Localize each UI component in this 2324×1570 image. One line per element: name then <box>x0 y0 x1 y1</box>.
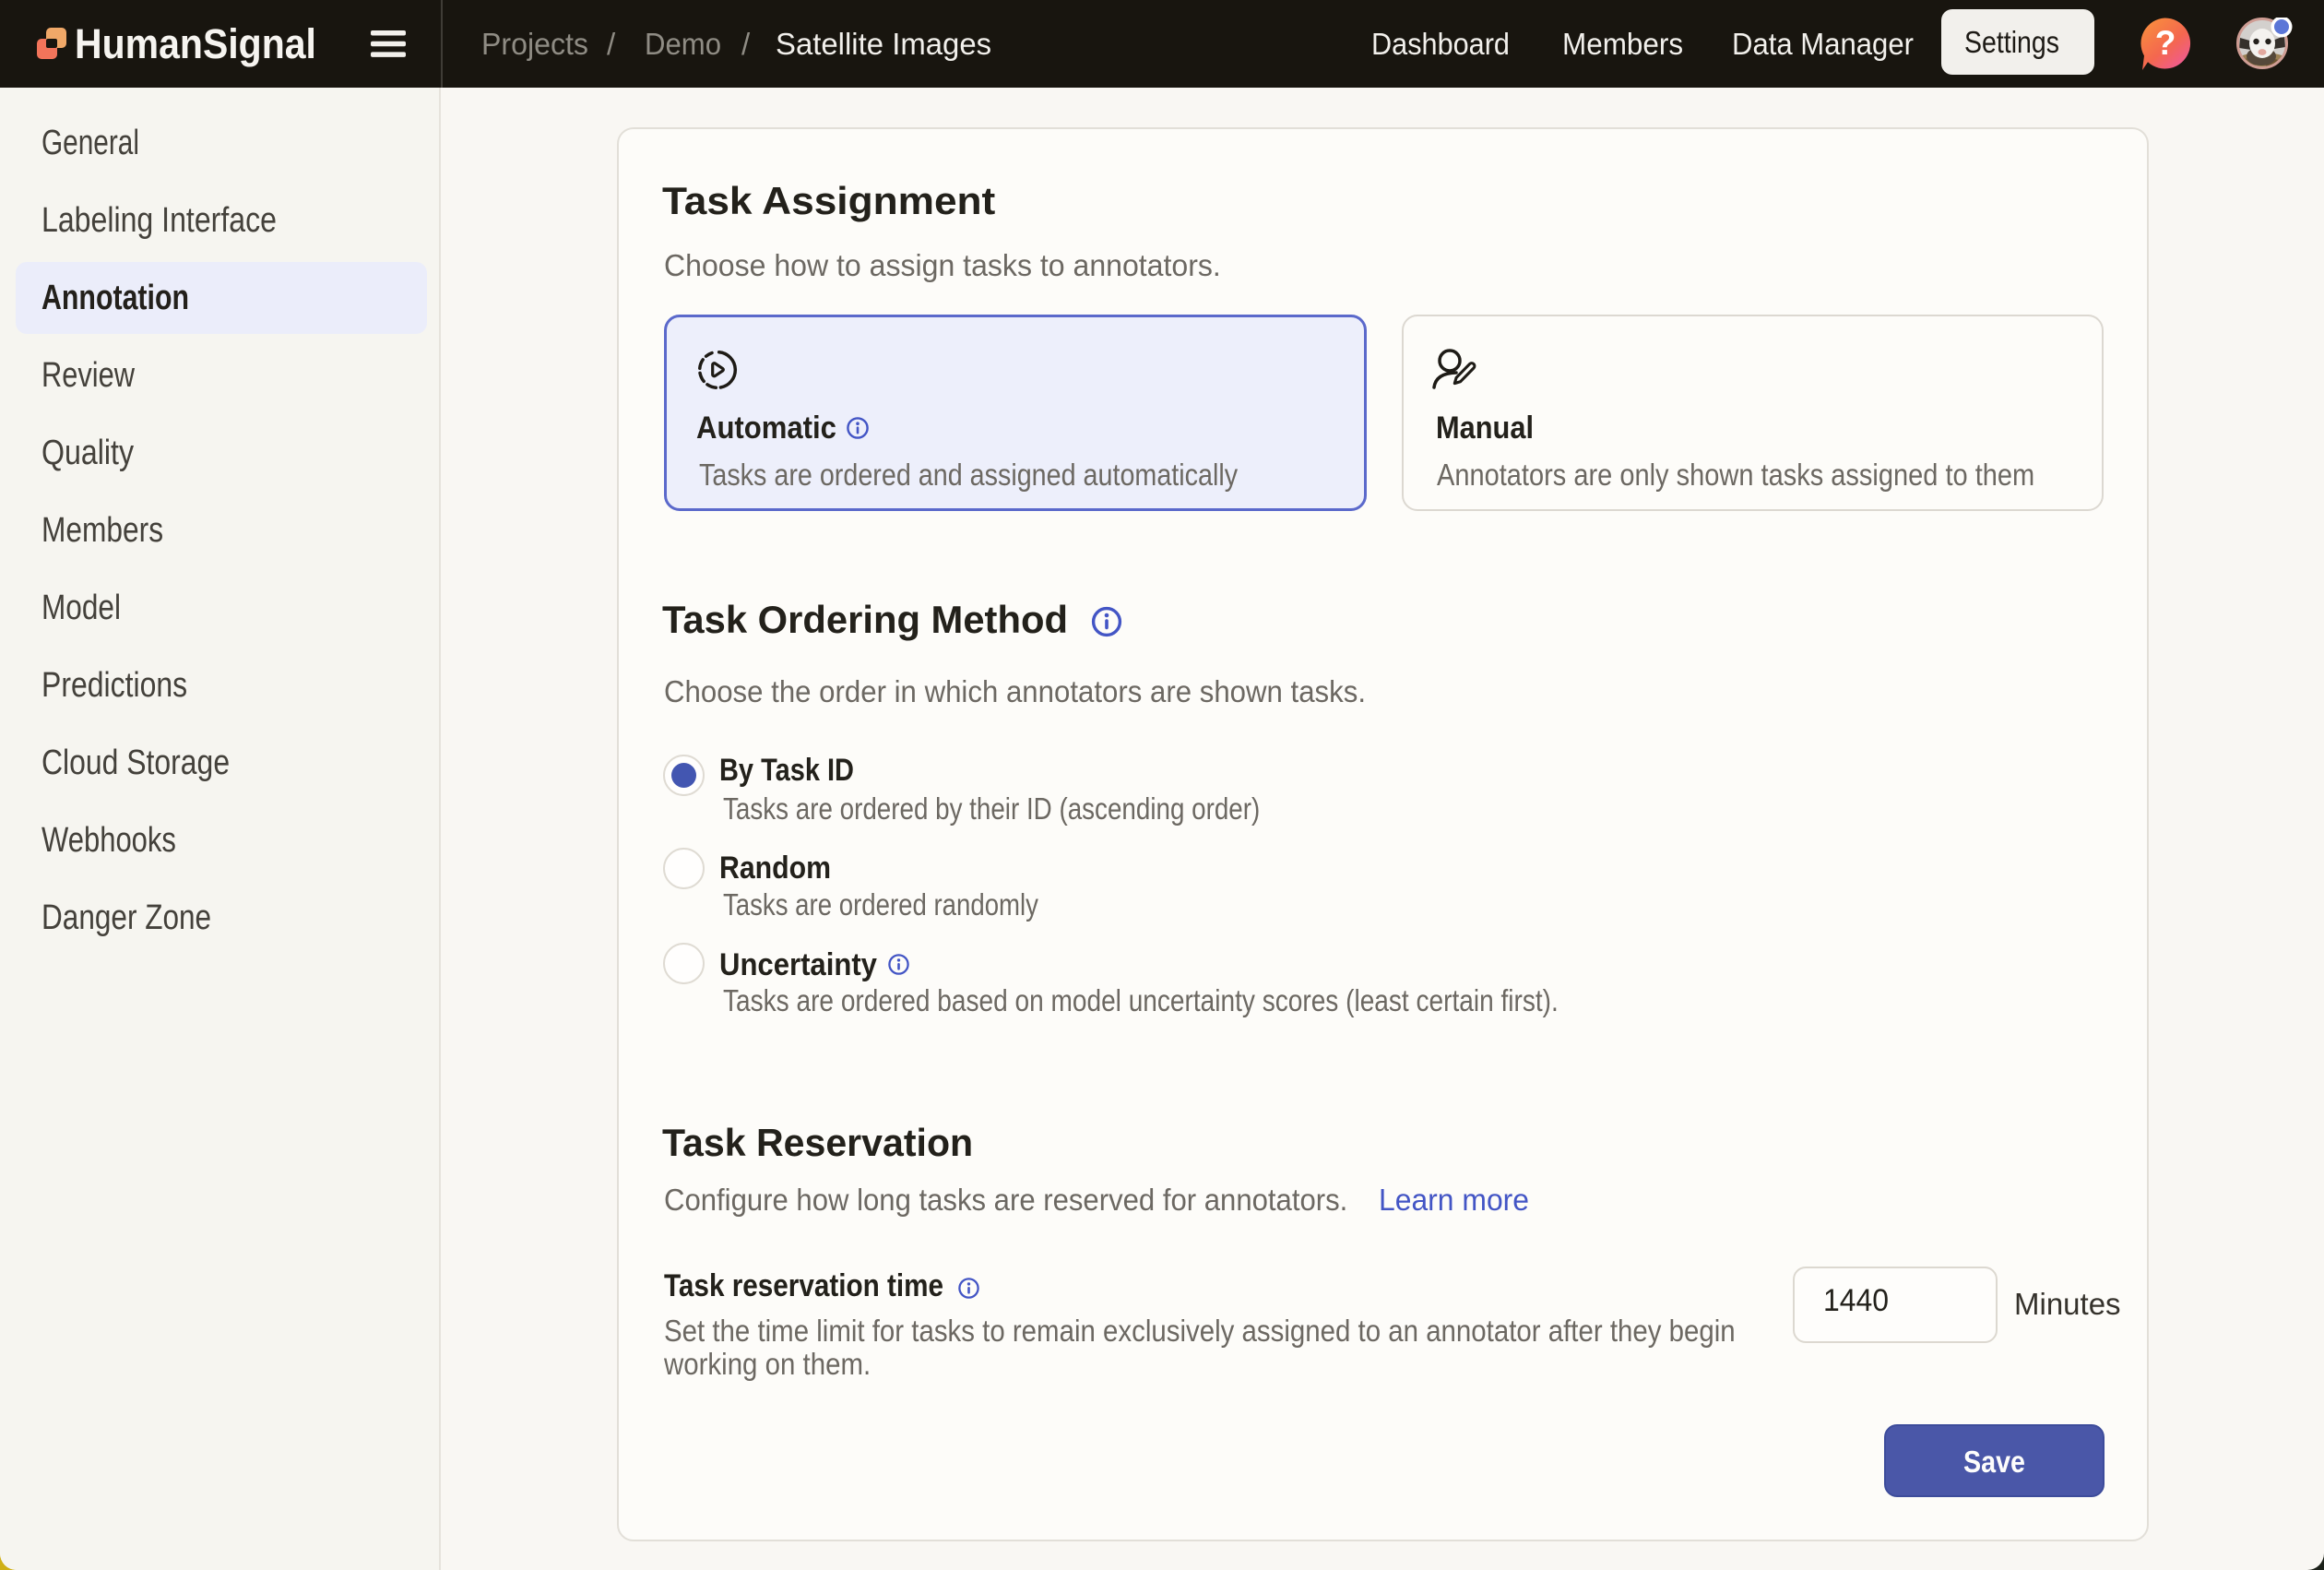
svg-text:?: ? <box>2155 24 2176 62</box>
